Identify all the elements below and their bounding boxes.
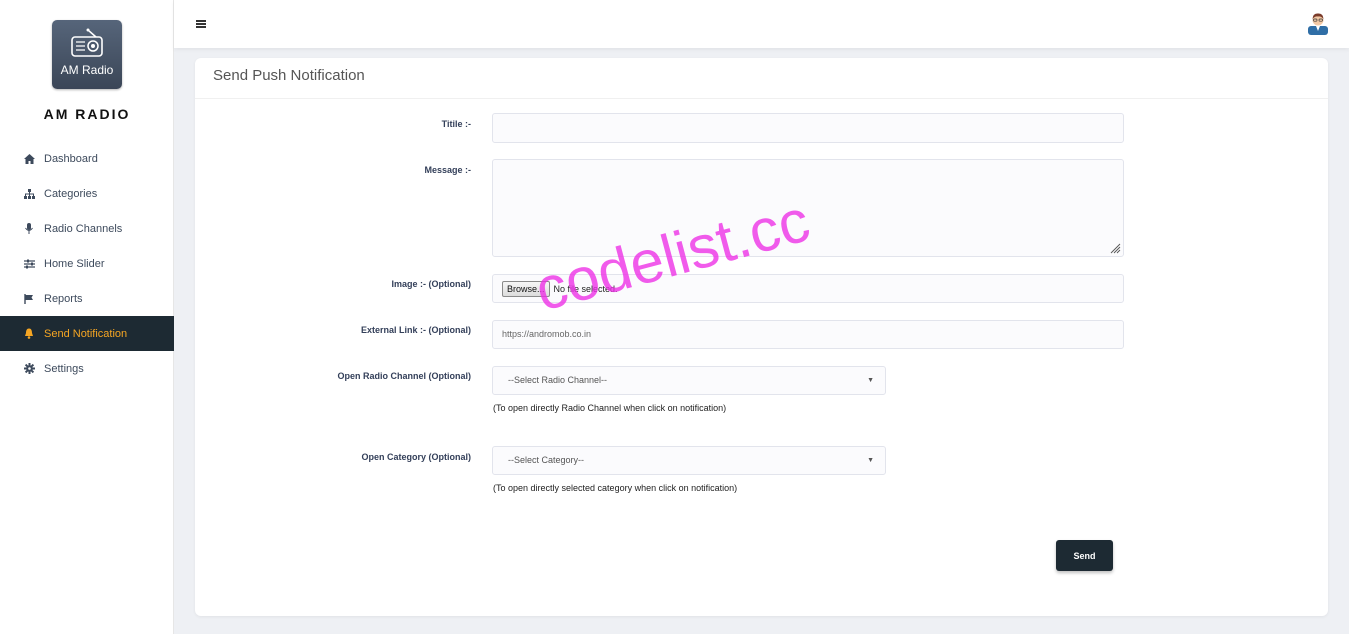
- sidebar-item-home-slider[interactable]: Home Slider: [0, 246, 174, 281]
- message-textarea[interactable]: [492, 159, 1124, 257]
- sitemap-icon: [23, 188, 35, 200]
- radio-channel-selected: --Select Radio Channel--: [508, 375, 608, 385]
- external-link-label: External Link :- (Optional): [360, 325, 471, 335]
- logo-text: AM Radio: [60, 63, 114, 77]
- file-status: No file selected.: [553, 283, 618, 294]
- sidebar-item-label: Send Notification: [44, 327, 128, 340]
- resize-handle-icon[interactable]: [1109, 242, 1121, 254]
- sidebar-item-dashboard[interactable]: Dashboard: [0, 141, 174, 176]
- top-bar: [174, 0, 1349, 48]
- home-icon: [23, 153, 35, 165]
- radio-channel-select[interactable]: --Select Radio Channel-- ▼: [492, 366, 886, 395]
- sidebar: AM Radio AM RADIO Dashboard Categories R…: [0, 0, 174, 634]
- sidebar-item-label: Home Slider: [44, 257, 105, 270]
- sidebar-item-label: Categories: [44, 187, 98, 200]
- sidebar-item-label: Reports: [44, 292, 83, 305]
- user-avatar[interactable]: [1308, 12, 1328, 35]
- title-label: Titile :-: [441, 119, 471, 129]
- radio-channel-help: (To open directly Radio Channel when cli…: [493, 403, 727, 413]
- category-select[interactable]: --Select Category-- ▼: [492, 446, 886, 475]
- sidebar-item-categories[interactable]: Categories: [0, 176, 174, 211]
- microphone-icon: [23, 223, 35, 235]
- sidebar-nav: Dashboard Categories Radio Channels Home…: [0, 141, 174, 386]
- sidebar-item-settings[interactable]: Settings: [0, 351, 174, 386]
- chevron-down-icon: ▼: [867, 377, 874, 384]
- sidebar-item-send-notification[interactable]: Send Notification: [0, 316, 174, 351]
- sidebar-item-label: Dashboard: [44, 152, 98, 165]
- radio-icon: [71, 28, 103, 57]
- radio-channel-label: Open Radio Channel (Optional): [337, 371, 472, 381]
- message-label: Message :-: [424, 165, 471, 175]
- browse-button[interactable]: Browse...: [502, 280, 550, 297]
- sidebar-item-radio-channels[interactable]: Radio Channels: [0, 211, 174, 246]
- chevron-down-icon: ▼: [867, 457, 874, 464]
- category-label: Open Category (Optional): [361, 452, 471, 462]
- category-help: (To open directly selected category when…: [493, 483, 738, 493]
- gear-icon: [23, 363, 35, 375]
- flag-icon: [23, 293, 35, 305]
- title-input[interactable]: [492, 113, 1124, 143]
- menu-toggle-icon[interactable]: [196, 20, 206, 28]
- sidebar-item-label: Radio Channels: [44, 222, 123, 235]
- external-link-input[interactable]: https://andromob.co.in: [492, 320, 1124, 349]
- app-logo[interactable]: AM Radio: [52, 20, 122, 89]
- brand-title: AM RADIO: [43, 106, 131, 122]
- page-title: Send Push Notification: [213, 67, 365, 84]
- bell-icon: [23, 328, 35, 340]
- category-selected: --Select Category--: [508, 455, 585, 465]
- divider: [195, 98, 1328, 99]
- notification-card: Send Push Notification Titile :- Message…: [195, 58, 1328, 616]
- sliders-icon: [23, 258, 35, 270]
- image-file-input[interactable]: Browse... No file selected.: [492, 274, 1124, 303]
- image-label: Image :- (Optional): [391, 279, 472, 289]
- send-button[interactable]: Send: [1056, 540, 1113, 571]
- sidebar-item-reports[interactable]: Reports: [0, 281, 174, 316]
- sidebar-item-label: Settings: [44, 362, 84, 375]
